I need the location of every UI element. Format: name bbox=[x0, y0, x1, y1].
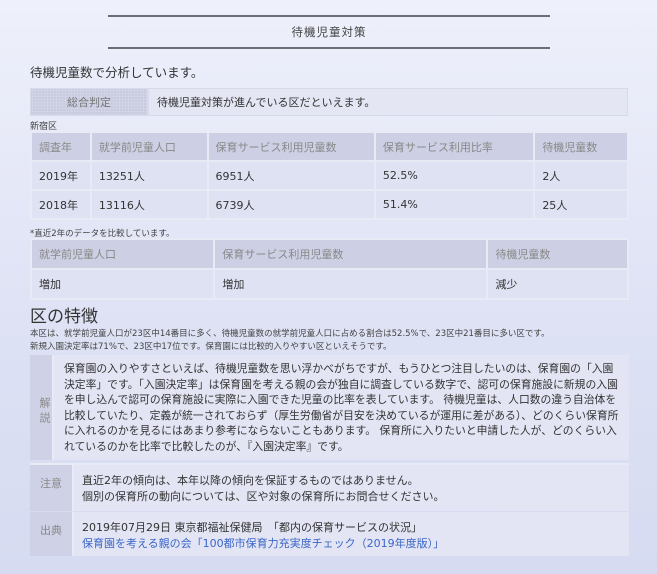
table-header-row: 就学前児童人口 保育サービス利用児童数 待機児童数 bbox=[29, 238, 629, 270]
column-header: 待機児童数 bbox=[486, 238, 629, 270]
source-box: 出典 2019年07月29日 東京都福祉保健局 「都内の保育サービスの状況」 保… bbox=[30, 512, 629, 556]
table-cell: 2人 bbox=[533, 160, 629, 191]
caution-label: 注意 bbox=[30, 465, 74, 511]
source-label: 出典 bbox=[30, 512, 74, 556]
feature-line: 本区は、就学前児童人口が23区中14番目に多く、待機児童数の就学前児童人口に占め… bbox=[30, 329, 550, 339]
source-text: 2019年07月29日 東京都福祉保健局 「都内の保育サービスの状況」 保育園を… bbox=[74, 512, 629, 556]
table-cell: 2018年 bbox=[30, 189, 92, 220]
column-header: 保育サービス利用児童数 bbox=[213, 238, 489, 270]
table-row: 増加 増加 減少 bbox=[29, 268, 629, 300]
caution-line: 直近2年の傾向は、本年以降の傾向を保証するものではありません。 bbox=[82, 474, 419, 487]
table-cell: 減少 bbox=[486, 268, 629, 300]
caution-text: 直近2年の傾向は、本年以降の傾向を保証するものではありません。 個別の保育所の動… bbox=[74, 465, 629, 511]
column-header: 調査年 bbox=[30, 131, 92, 162]
table-cell: 13116人 bbox=[89, 189, 209, 220]
table-cell: 25人 bbox=[533, 189, 629, 220]
table-cell: 51.4% bbox=[373, 189, 536, 220]
judgement-label: 総合判定 bbox=[30, 88, 148, 116]
explanation-box: 解説 保育園の入りやすさといえば、待機児童数を思い浮かべがちですが、もうひとつ注… bbox=[30, 355, 629, 460]
table-cell: 6739人 bbox=[206, 189, 376, 220]
table-row: 2019年 13251人 6951人 52.5% 2人 bbox=[30, 160, 629, 191]
caution-line: 個別の保育所の動向については、区や対象の保育所にお問合せください。 bbox=[82, 489, 445, 503]
feature-heading: 区の特徴 bbox=[30, 307, 98, 327]
table-cell: 6951人 bbox=[206, 160, 376, 191]
explanation-text: 保育園の入りやすさといえば、待機児童数を思い浮かべがちですが、もうひとつ注目した… bbox=[54, 355, 629, 460]
column-header: 待機児童数 bbox=[533, 131, 629, 162]
page-title: 待機児童対策 bbox=[108, 15, 550, 49]
table-cell: 52.5% bbox=[373, 160, 536, 191]
source-line: 2019年07月29日 東京都福祉保健局 「都内の保育サービスの状況」 bbox=[82, 521, 422, 534]
table-cell: 2019年 bbox=[30, 160, 92, 191]
table-cell: 13251人 bbox=[89, 160, 209, 191]
column-header: 就学前児童人口 bbox=[29, 238, 216, 270]
column-header: 保育サービス利用比率 bbox=[373, 131, 536, 162]
table-cell: 増加 bbox=[29, 268, 216, 300]
source-link[interactable]: 保育園を考える親の会「100都市保育力充実度チェック（2019年度版）」 bbox=[82, 536, 621, 552]
column-header: 就学前児童人口 bbox=[89, 131, 209, 162]
feature-line: 新規入園決定率は71%で、23区中17位です。保育園には比較的入りやすい区といえ… bbox=[30, 342, 392, 352]
overall-judgement: 総合判定 待機児童対策が進んでいる区だといえます。 bbox=[30, 88, 628, 116]
table-cell: 増加 bbox=[213, 268, 489, 300]
table-row: 2018年 13116人 6739人 51.4% 25人 bbox=[30, 189, 629, 220]
judgement-value: 待機児童対策が進んでいる区だといえます。 bbox=[148, 88, 628, 116]
explanation-label: 解説 bbox=[30, 355, 54, 460]
column-header: 保育サービス利用児童数 bbox=[206, 131, 376, 162]
caution-box: 注意 直近2年の傾向は、本年以降の傾向を保証するものではありません。 個別の保育… bbox=[30, 463, 629, 511]
feature-description: 本区は、就学前児童人口が23区中14番目に多く、待機児童数の就学前児童人口に占め… bbox=[30, 328, 630, 354]
lead-text: 待機児童数で分析しています。 bbox=[30, 65, 204, 80]
stats-table: 調査年 就学前児童人口 保育サービス利用児童数 保育サービス利用比率 待機児童数… bbox=[30, 131, 629, 220]
table-header-row: 調査年 就学前児童人口 保育サービス利用児童数 保育サービス利用比率 待機児童数 bbox=[30, 131, 629, 162]
trend-table: 就学前児童人口 保育サービス利用児童数 待機児童数 増加 増加 減少 bbox=[29, 238, 629, 300]
